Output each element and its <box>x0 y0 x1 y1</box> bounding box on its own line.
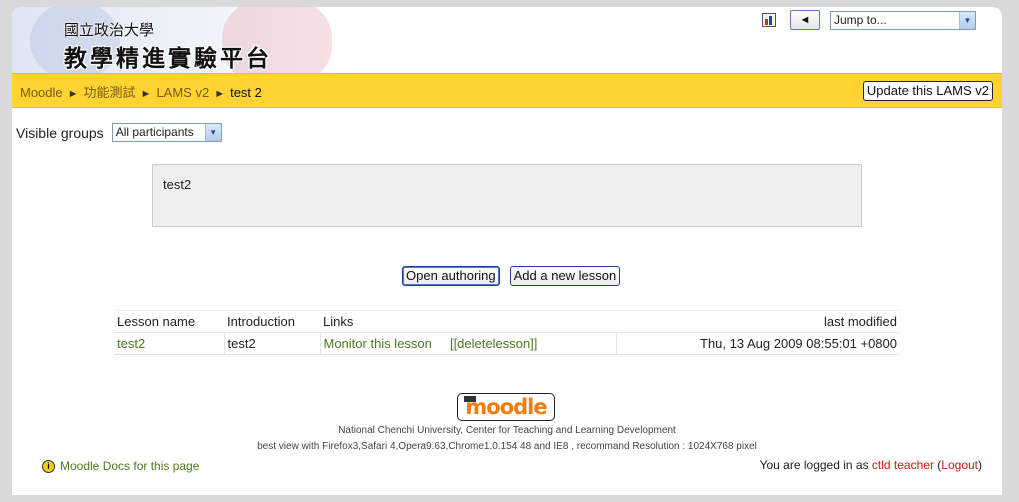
lesson-introduction: test2 <box>223 332 320 355</box>
jump-to-select[interactable]: Jump to... ▼ <box>830 10 976 30</box>
breadcrumb-separator-icon: ► <box>67 88 79 100</box>
lesson-links-cell: Monitor this lesson [[deletelesson]] <box>319 332 616 355</box>
intro-text: test2 <box>163 177 192 192</box>
chevron-down-icon[interactable]: ▼ <box>204 124 221 141</box>
breadcrumb-moodle[interactable]: Moodle <box>20 85 63 100</box>
update-module-button[interactable]: Update this LAMS v2 <box>862 81 993 101</box>
table-row: test2 test2 Monitor this lesson [[delete… <box>114 332 900 355</box>
intro-box: test2 <box>152 164 862 227</box>
breadcrumb-module[interactable]: LAMS v2 <box>156 85 209 100</box>
info-icon: i <box>42 459 55 473</box>
breadcrumb-separator-icon: ► <box>140 88 152 100</box>
breadcrumb-current: test 2 <box>230 85 262 100</box>
moodle-logo-text: moodle <box>465 395 547 419</box>
monitor-lesson-link[interactable]: Monitor this lesson <box>324 336 432 351</box>
table-header-row: Lesson name Introduction Links last modi… <box>114 310 900 333</box>
moodle-docs: i Moodle Docs for this page <box>42 459 199 473</box>
delete-lesson-link[interactable]: [[deletelesson]] <box>450 336 537 351</box>
navbar: Moodle ► 功能測試 ► LAMS v2 ► test 2 Update this L… <box>12 73 1002 108</box>
column-header-introduction: Introduction <box>227 314 295 329</box>
moodle-logo[interactable]: moodle <box>457 393 555 421</box>
logout-link[interactable]: Logout <box>941 458 978 472</box>
report-icon[interactable] <box>762 13 776 27</box>
logo-site-title: 教學精進實驗平台 <box>64 46 272 72</box>
header-tools: ◄ Jump to... ▼ <box>762 10 976 30</box>
lesson-name-link[interactable]: test2 <box>114 332 224 355</box>
logo-university-name: 國立政治大學 <box>64 21 155 39</box>
column-header-last-modified: last modified <box>824 314 897 329</box>
open-authoring-button[interactable]: Open authoring <box>402 266 500 286</box>
chevron-down-icon[interactable]: ▼ <box>959 11 975 29</box>
add-lesson-button[interactable]: Add a new lesson <box>509 266 621 286</box>
header: 國立政治大學 教學精進實驗平台 ◄ Jump to... ▼ <box>12 7 1002 73</box>
visible-groups-select[interactable]: All participants ▼ <box>111 123 222 142</box>
breadcrumb-separator-icon: ► <box>214 88 226 100</box>
column-header-links: Links <box>323 314 354 329</box>
lessons-table: Lesson name Introduction Links last modi… <box>114 310 900 355</box>
visible-groups-label: Visible groups <box>16 124 104 141</box>
page: 國立政治大學 教學精進實驗平台 ◄ Jump to... ▼ Moodle ► 功能… <box>12 7 1002 495</box>
previous-activity-button[interactable]: ◄ <box>790 10 820 30</box>
footer-institution: National Chenchi University, Center for … <box>338 425 676 436</box>
column-header-lesson-name: Lesson name <box>117 314 196 329</box>
moodle-docs-link[interactable]: Moodle Docs for this page <box>60 459 199 473</box>
footer-browser-note: best view with Firefox3,Safari 4,Opera9.… <box>257 441 757 452</box>
lesson-last-modified: Thu, 13 Aug 2009 08:55:01 +0800 <box>615 332 900 355</box>
breadcrumb-course[interactable]: 功能測試 <box>84 85 136 100</box>
visible-groups: Visible groups All participants ▼ <box>16 123 222 142</box>
graduation-cap-icon <box>464 396 476 402</box>
lesson-actions: Open authoring Add a new lesson <box>402 266 621 286</box>
login-info: You are logged in as ctld teacher (Logou… <box>759 458 982 472</box>
jump-to-value: Jump to... <box>834 12 887 27</box>
breadcrumb: Moodle ► 功能測試 ► LAMS v2 ► test 2 <box>20 82 262 101</box>
login-prefix: You are logged in as <box>759 458 872 472</box>
site-logo[interactable]: 國立政治大學 教學精進實驗平台 <box>12 7 342 73</box>
user-link[interactable]: ctld teacher <box>872 458 934 472</box>
visible-groups-value: All participants <box>115 125 194 139</box>
